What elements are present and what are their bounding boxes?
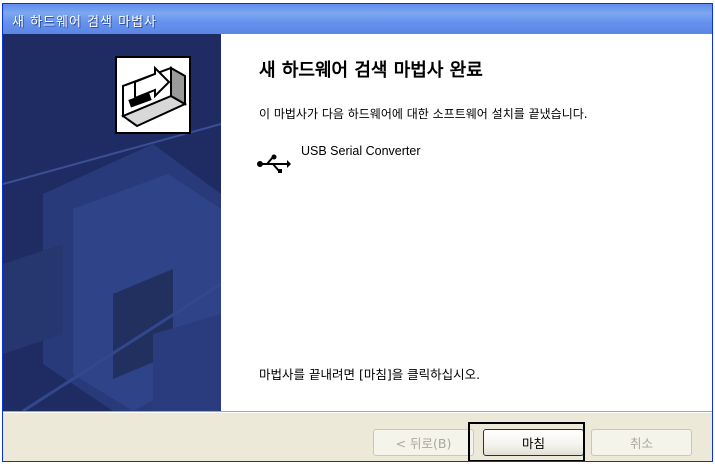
completion-message: 이 마법사가 다음 하드웨어에 대한 소프트웨어 설치를 끝냈습니다. (259, 107, 588, 121)
wizard-side-panel (3, 34, 221, 411)
title-bar[interactable]: 새 하드웨어 검색 마법사 (3, 4, 712, 34)
finish-button-highlight (468, 422, 585, 461)
cancel-button[interactable]: 취소 (591, 429, 692, 456)
usb-icon (257, 154, 291, 173)
window-title: 새 하드웨어 검색 마법사 (12, 15, 157, 30)
button-separator (3, 411, 712, 413)
page-heading: 새 하드웨어 검색 마법사 완료 (259, 60, 483, 81)
wizard-window: 새 하드웨어 검색 마법사 새 하드웨어 검색 마법사 완료 이 마법사가 다음… (2, 3, 713, 462)
device-name: USB Serial Converter (301, 144, 421, 158)
wizard-content: 새 하드웨어 검색 마법사 완료 이 마법사가 다음 하드웨어에 대한 소프트웨… (3, 34, 712, 411)
finish-instruction: 마법사를 끝내려면 [마침]을 클릭하십시오. (259, 367, 481, 382)
back-button[interactable]: < 뒤로(B) (373, 429, 474, 456)
hardware-wizard-icon (115, 56, 191, 134)
device-item: USB Serial Converter (257, 144, 697, 176)
